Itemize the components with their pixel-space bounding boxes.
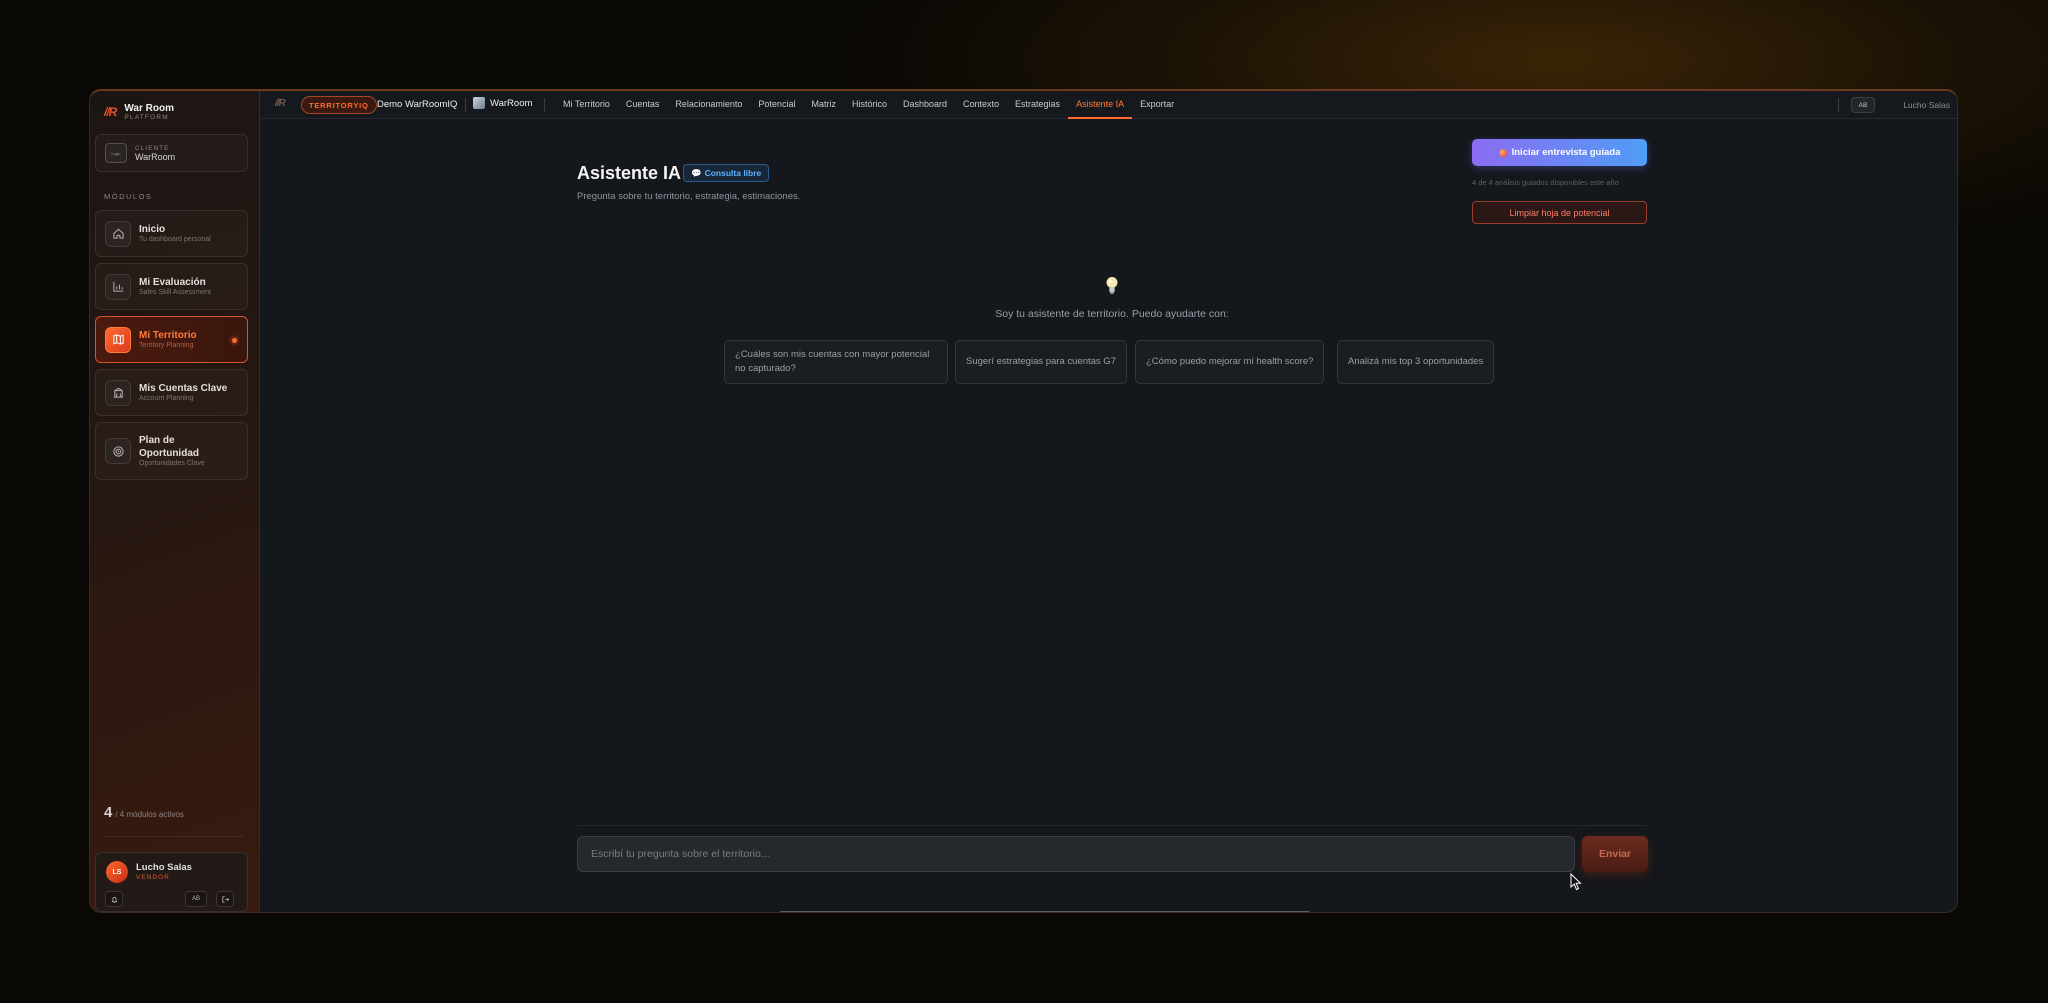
- language-button[interactable]: AB: [1851, 97, 1875, 113]
- modules-count: 4/ 4 módulos activos: [104, 804, 184, 821]
- bell-icon[interactable]: [105, 891, 123, 907]
- user-name[interactable]: Lucho Salas: [1903, 100, 1950, 110]
- brand-subtitle: PLATFORM: [124, 114, 169, 121]
- module-tabs: Mi Territorio Cuentas Relacionamiento Po…: [555, 91, 1182, 119]
- mouse-cursor-icon: [1570, 873, 1582, 891]
- assistant-intro: Soy tu asistente de territorio. Puedo ay…: [995, 308, 1229, 320]
- client-logo-text: Logo: [111, 150, 121, 156]
- sidebar-item-title: Mis Cuentas Clave: [139, 382, 228, 394]
- sidebar-item-title: Plan de Oportunidad: [139, 435, 199, 459]
- send-button[interactable]: Enviar: [1582, 836, 1648, 872]
- brand-title: War Room: [124, 103, 174, 114]
- suggestion-chip[interactable]: ¿Cuáles son mis cuentas con mayor potenc…: [724, 340, 948, 384]
- chat-bubble-icon: 💬: [691, 167, 702, 178]
- tab-cuentas[interactable]: Cuentas: [618, 91, 668, 119]
- tab-matriz[interactable]: Matriz: [803, 91, 844, 119]
- project-name[interactable]: Demo WarRoomIQ: [377, 99, 457, 110]
- user-card: LS Lucho Salas VENDOR AB: [95, 852, 248, 912]
- button-label: Iniciar entrevista guiada: [1511, 147, 1621, 158]
- client-selector[interactable]: Logo CLIENTE WarRoom: [95, 134, 248, 172]
- suggestion-chip[interactable]: Sugerí estrategias para cuentas G7: [955, 340, 1127, 384]
- client-label: CLIENTE: [135, 144, 170, 152]
- sidebar-item-title: Mi Evaluación: [139, 276, 206, 288]
- client-switcher[interactable]: WarRoom: [473, 97, 532, 109]
- start-guided-interview-button[interactable]: Iniciar entrevista guiada: [1472, 139, 1647, 166]
- tab-historico[interactable]: Histórico: [844, 91, 895, 119]
- sidebar-item-title: Inicio: [139, 223, 166, 235]
- tab-estrategias[interactable]: Estrategias: [1007, 91, 1068, 119]
- product-badge: TERRITORYIQ: [301, 96, 377, 114]
- map-icon: [105, 326, 131, 353]
- sidebar-item-subtitle: Oportunidades Clave: [139, 460, 205, 467]
- avatar[interactable]: LS: [106, 861, 128, 883]
- client-name: WarRoom: [135, 151, 176, 162]
- logout-icon[interactable]: [216, 891, 234, 907]
- sidebar-item-subtitle: Territory Planning: [139, 342, 194, 350]
- language-button[interactable]: AB: [185, 891, 207, 907]
- status-badge-label: Consulta libre: [704, 168, 762, 178]
- tab-relacionamiento[interactable]: Relacionamiento: [667, 91, 750, 119]
- sidebar-item-mi-evaluacion[interactable]: Mi Evaluación Sales Skill Assessment: [95, 263, 248, 310]
- divider: [1838, 98, 1839, 112]
- sidebar-item-title: Mi Territorio: [139, 329, 197, 341]
- page-title: Asistente IA: [577, 163, 682, 183]
- app-window: //R War Room PLATFORM Logo CLIENTE WarRo…: [89, 89, 1958, 913]
- tab-potencial[interactable]: Potencial: [750, 91, 803, 119]
- tab-exportar[interactable]: Exportar: [1132, 91, 1182, 119]
- sidebar-item-inicio[interactable]: Inicio Tu dashboard personal: [95, 210, 248, 257]
- brand[interactable]: //R War Room PLATFORM: [104, 103, 174, 121]
- page-subtitle: Pregunta sobre tu territorio, estrategia…: [577, 191, 801, 202]
- sidebar-item-subtitle: Account Planning: [139, 395, 194, 403]
- home-icon: [105, 220, 131, 247]
- sidebar-item-mis-cuentas-clave[interactable]: Mis Cuentas Clave Account Planning: [95, 369, 248, 416]
- modules-count-value: 4: [104, 804, 113, 821]
- brand-logo-icon: //R: [104, 105, 117, 119]
- bar-chart-icon: [105, 273, 131, 300]
- sidebar: //R War Room PLATFORM Logo CLIENTE WarRo…: [90, 91, 260, 912]
- scrollbar[interactable]: [780, 911, 1310, 912]
- tab-contexto[interactable]: Contexto: [955, 91, 1007, 119]
- client-logo-icon: [473, 97, 485, 109]
- client-logo: Logo: [105, 143, 127, 163]
- sidebar-item-plan-de-oportunidad[interactable]: Plan de Oportunidad Oportunidades Clave: [95, 422, 248, 480]
- building-icon: [105, 379, 131, 406]
- lightbulb-icon: [1106, 277, 1118, 294]
- divider: [577, 825, 1648, 826]
- status-badge: 💬 Consulta libre: [683, 164, 770, 182]
- divider: [544, 98, 545, 112]
- divider: [465, 98, 466, 112]
- chat-input[interactable]: [577, 836, 1575, 872]
- user-role: VENDOR: [136, 874, 170, 881]
- guided-quota-note: 4 de 4 análisis guiados disponibles este…: [1472, 178, 1619, 187]
- divider: [104, 836, 244, 837]
- sidebar-item-subtitle: Tu dashboard personal: [139, 236, 211, 244]
- tab-asistente-ia[interactable]: Asistente IA: [1068, 91, 1133, 119]
- clear-potential-sheet-button[interactable]: Limpiar hoja de potencial: [1472, 201, 1647, 224]
- modules-section-label: MÓDULOS: [104, 192, 153, 201]
- top-navigation-bar: //R TERRITORYIQ Demo WarRoomIQ WarRoom M…: [260, 91, 1957, 119]
- active-indicator: [232, 338, 237, 343]
- client-name: WarRoom: [490, 97, 533, 109]
- user-name: Lucho Salas: [136, 862, 192, 873]
- target-icon: [1498, 148, 1507, 157]
- topbar-logo-icon: //R: [275, 98, 286, 109]
- target-icon: [105, 438, 131, 464]
- modules-count-label: / 4 módulos activos: [115, 810, 184, 819]
- tab-dashboard[interactable]: Dashboard: [895, 91, 955, 119]
- tab-mi-territorio[interactable]: Mi Territorio: [555, 91, 618, 119]
- main-content: //R TERRITORYIQ Demo WarRoomIQ WarRoom M…: [260, 91, 1957, 912]
- sidebar-item-mi-territorio[interactable]: Mi Territorio Territory Planning: [95, 316, 248, 363]
- suggestion-chip[interactable]: Analizá mis top 3 oportunidades: [1337, 340, 1495, 384]
- sidebar-item-subtitle: Sales Skill Assessment: [139, 289, 211, 297]
- suggestion-chip[interactable]: ¿Cómo puedo mejorar mi health score?: [1135, 340, 1325, 384]
